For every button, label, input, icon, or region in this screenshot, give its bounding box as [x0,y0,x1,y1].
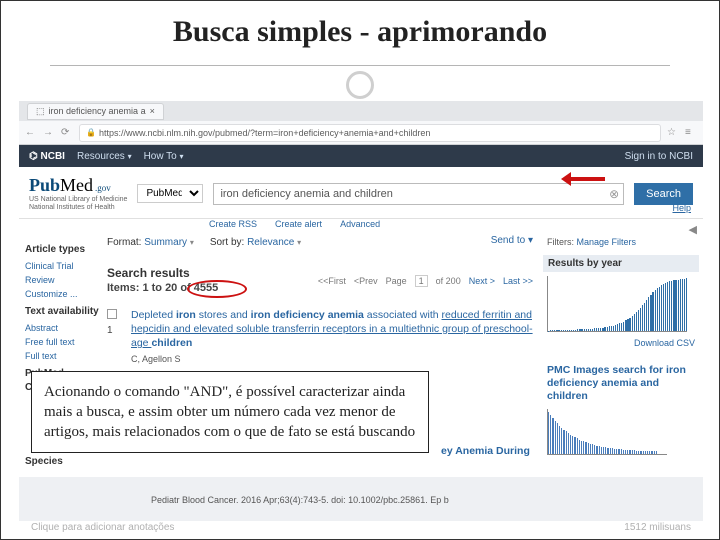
facet-abstract[interactable]: Abstract [25,321,101,335]
facet-full-text[interactable]: Full text [25,349,101,363]
howto-menu[interactable]: How To ▾ [144,151,184,162]
facet-heading-text-availability: Text availability [25,305,101,319]
result-item-2-fragment: ey Anemia During [441,445,530,457]
ncbi-logo: ⌬ NCBI [29,151,65,162]
facet-heading-species: Species [25,455,101,469]
create-rss-link[interactable]: Create RSS [209,219,257,229]
pubmed-logo[interactable]: PubMed.gov [29,175,127,196]
url-input[interactable]: 🔒 https://www.ncbi.nlm.nih.gov/pubmed/?t… [79,124,661,142]
result-authors: C, Agellon S [131,352,533,366]
ncbi-toolbar: ⌬ NCBI Resources ▾ How To ▾ Sign in to N… [19,145,703,167]
download-csv-link[interactable]: Download CSV [547,338,695,348]
pager-prev[interactable]: <Prev [354,276,378,286]
chevron-down-icon: ▾ [190,238,194,247]
pubmed-subtitle-2: National Institutes of Health [29,204,127,212]
pmc-thumbnail-chart [547,409,667,455]
pager-last[interactable]: Last >> [503,276,533,286]
facet-clinical-trial[interactable]: Clinical Trial [25,259,101,273]
title-ornament-circle [346,71,374,99]
pager: <<First <Prev Page 1 of 200 Next > Last … [318,275,533,287]
results-controls: Format: Summary ▾ Sort by: Relevance ▾ [107,237,533,248]
pager-first[interactable]: <<First [318,276,346,286]
database-select[interactable]: PubMed [137,184,203,203]
page-input[interactable]: 1 [415,275,428,287]
results-by-year-chart [547,276,687,332]
results-by-year-heading: Results by year [543,255,699,272]
pmc-images-search-link[interactable]: PMC Images search for iron deficiency an… [547,364,695,403]
help-link[interactable]: Help [672,203,691,213]
annotation-red-arrow [569,173,613,185]
browser-menu-icon[interactable]: ≡ [685,127,697,139]
result-checkbox[interactable] [107,309,117,319]
search-sublinks: Create RSS Create alert Advanced [19,219,703,233]
star-icon[interactable]: ☆ [667,127,679,139]
sort-select[interactable]: Relevance [247,237,294,248]
chart-slider-left-icon[interactable]: ◀ [689,223,697,236]
annotation-callout: Acionando o comando "AND", é possível ca… [31,371,429,453]
facet-review[interactable]: Review [25,273,101,287]
advanced-link[interactable]: Advanced [340,219,380,229]
facet-free-full-text[interactable]: Free full text [25,335,101,349]
pubmed-subtitle-1: US National Library of Medicine [29,196,127,204]
tab-favicon: ⬚ [36,106,45,117]
chevron-down-icon: ▾ [297,238,301,247]
lock-icon: 🔒 [86,128,96,137]
items-count: Items: 1 to 20 of 4555 [107,282,218,294]
clear-search-icon[interactable]: ⊗ [609,187,619,201]
slide-footer: Clique para adicionar anotações 1512 mil… [31,522,691,533]
search-button[interactable]: Search [634,183,693,205]
url-text: https://www.ncbi.nlm.nih.gov/pubmed/?ter… [99,128,430,138]
chevron-down-icon: ▾ [128,152,132,161]
signin-link[interactable]: Sign in to NCBI [625,151,693,162]
pager-next[interactable]: Next > [469,276,495,286]
browser-address-bar: ← → ⟳ 🔒 https://www.ncbi.nlm.nih.gov/pub… [19,121,703,145]
right-column: Filters: Manage Filters Results by year … [539,233,703,477]
browser-tab[interactable]: ⬚ iron deficiency anemia a × [27,103,164,120]
tab-close-icon[interactable]: × [150,106,155,116]
title-rule [50,65,670,66]
facet-customize[interactable]: Customize ... [25,287,101,301]
chevron-down-icon: ▾ [180,152,184,161]
manage-filters-link[interactable]: Manage Filters [577,237,637,247]
reload-icon[interactable]: ⟳ [61,127,73,139]
footer-left-text: Clique para adicionar anotações [31,522,174,533]
resources-menu[interactable]: Resources ▾ [77,151,132,162]
create-alert-link[interactable]: Create alert [275,219,322,229]
slide-title: Busca simples - aprimorando [1,1,719,55]
facet-heading-article-types: Article types [25,243,101,257]
result-number: 1 [107,324,113,338]
search-query-text: iron deficiency anemia and children [220,188,392,200]
back-icon[interactable]: ← [25,127,37,139]
format-select[interactable]: Summary [144,237,187,248]
tab-title: iron deficiency anemia a [49,106,146,116]
result-2-citation: Pediatr Blood Cancer. 2016 Apr;63(4):743… [151,495,449,505]
footer-right-text: 1512 milisuans [624,522,691,533]
send-to-menu[interactable]: Send to ▾ [491,235,533,246]
forward-icon[interactable]: → [43,127,55,139]
pubmed-screenshot: ⬚ iron deficiency anemia a × ← → ⟳ 🔒 htt… [19,101,703,521]
browser-tab-strip: ⬚ iron deficiency anemia a × [19,101,703,121]
